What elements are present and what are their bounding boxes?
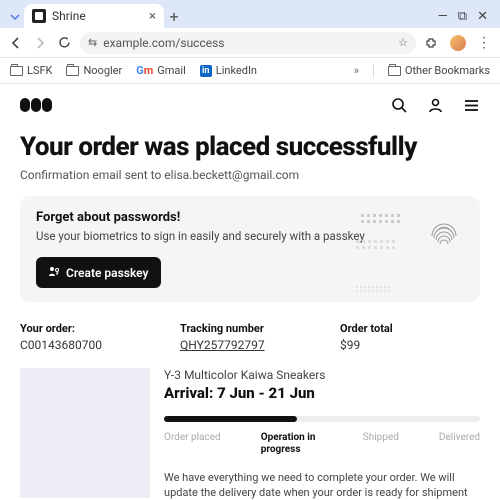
decorative-dots	[361, 214, 400, 223]
reload-button[interactable]	[56, 35, 72, 51]
extensions-icon[interactable]	[424, 35, 440, 51]
bookmark-linkedin[interactable]: in LinkedIn	[200, 64, 257, 77]
fingerprint-icon	[424, 216, 464, 256]
stage-shipped: Shipped	[363, 432, 399, 456]
page-title: Your order was placed successfully	[20, 132, 480, 162]
stage-delivered: Delivered	[439, 432, 480, 456]
app-header	[20, 96, 480, 114]
bookmark-star-icon[interactable]: ☆	[398, 36, 408, 49]
create-passkey-button[interactable]: Create passkey	[36, 257, 161, 288]
bookmark-label: Gmail	[157, 64, 185, 77]
tracking-number-link[interactable]: QHY257792797	[180, 338, 300, 352]
other-bookmarks[interactable]: Other Bookmarks	[388, 64, 490, 77]
account-icon[interactable]	[426, 96, 444, 114]
product-thumbnail[interactable]	[20, 368, 150, 498]
maximize-icon[interactable]: ⧉	[458, 9, 467, 24]
page-content: Your order was placed successfully Confi…	[0, 84, 500, 500]
bookmark-label: Noogler	[83, 64, 122, 77]
shipment-progress-bar	[164, 416, 480, 422]
tab-search-dropdown[interactable]	[6, 6, 24, 28]
search-icon[interactable]	[390, 96, 408, 114]
window-controls: — ⧉ ✕	[432, 9, 494, 28]
folder-icon	[66, 66, 79, 76]
passkey-subtitle: Use your biometrics to sign in easily an…	[36, 229, 464, 243]
chrome-menu-icon[interactable]: ⋮	[476, 35, 492, 51]
bookmark-label: LinkedIn	[216, 64, 257, 77]
site-info-icon[interactable]: ⇆	[88, 36, 97, 49]
linkedin-icon: in	[200, 65, 212, 77]
passkey-icon	[48, 265, 60, 280]
folder-icon	[388, 66, 401, 76]
menu-icon[interactable]	[462, 96, 480, 114]
back-button[interactable]	[8, 35, 24, 51]
bookmark-lsfk[interactable]: LSFK	[10, 64, 52, 77]
browser-tab[interactable]: Shrine ×	[24, 4, 164, 28]
url-text: example.com/success	[103, 36, 224, 50]
profile-avatar[interactable]	[450, 35, 466, 51]
tab-title: Shrine	[52, 9, 86, 23]
progress-fill	[164, 416, 297, 422]
tracking-label: Tracking number	[180, 322, 300, 335]
bookmark-label: LSFK	[27, 64, 52, 77]
shipment-note: We have everything we need to complete y…	[164, 470, 480, 500]
stage-placed: Order placed	[164, 432, 221, 456]
your-order-label: Your order:	[20, 322, 140, 335]
stage-operation: Operation in progress	[261, 432, 323, 456]
order-total-label: Order total	[340, 322, 460, 335]
favicon-icon	[32, 9, 46, 23]
browser-tab-strip: Shrine × + — ⧉ ✕	[0, 0, 500, 28]
forward-button[interactable]	[32, 35, 48, 51]
gmail-icon: Gm	[136, 64, 153, 77]
passkey-button-label: Create passkey	[66, 266, 149, 280]
bookmark-noogler[interactable]: Noogler	[66, 64, 122, 77]
shipment-stages: Order placed Operation in progress Shipp…	[164, 432, 480, 456]
bookmarks-overflow-icon[interactable]: »	[354, 64, 359, 77]
order-item: Y-3 Multicolor Kaiwa Sneakers Arrival: 7…	[20, 368, 480, 500]
passkey-card: Forget about passwords! Use your biometr…	[20, 196, 480, 302]
new-tab-button[interactable]: +	[164, 6, 184, 28]
address-bar[interactable]: ⇆ example.com/success ☆	[80, 32, 416, 54]
order-metadata: Your order: C00143680700 Tracking number…	[20, 322, 480, 352]
confirmation-text: Confirmation email sent to elisa.beckett…	[20, 168, 480, 182]
bookmark-gmail[interactable]: Gm Gmail	[136, 64, 186, 77]
order-total-value: $99	[340, 338, 460, 352]
product-name: Y-3 Multicolor Kaiwa Sneakers	[164, 368, 480, 382]
folder-icon	[10, 66, 23, 76]
order-number: C00143680700	[20, 338, 140, 352]
close-window-icon[interactable]: ✕	[477, 9, 488, 24]
app-logo[interactable]	[20, 98, 52, 112]
minimize-icon[interactable]: —	[438, 9, 448, 24]
arrival-window: Arrival: 7 Jun - 21 Jun	[164, 384, 480, 402]
decorative-dots	[356, 286, 390, 292]
browser-toolbar: ⇆ example.com/success ☆ ⋮	[0, 28, 500, 58]
bookmarks-bar: LSFK Noogler Gm Gmail in LinkedIn » Other …	[0, 58, 500, 84]
close-tab-icon[interactable]: ×	[149, 9, 156, 24]
decorative-dots	[356, 240, 395, 249]
bookmark-label: Other Bookmarks	[405, 64, 490, 77]
